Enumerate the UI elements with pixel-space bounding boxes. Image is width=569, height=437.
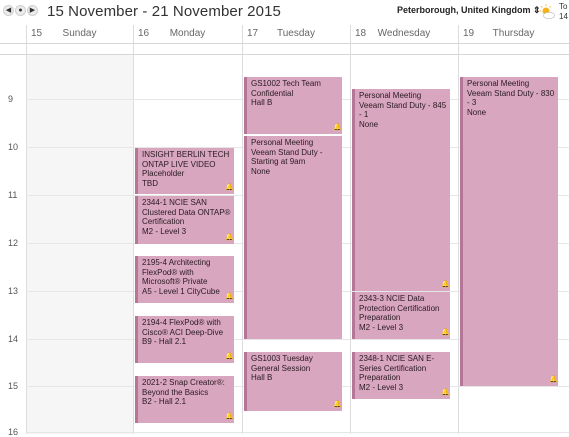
event-veeam-stand-wednesday[interactable]: Personal Meeting Veeam Stand Duty - 845 … (352, 89, 450, 291)
event-2348-1[interactable]: 2348-1 NCIE SAN E-Series Certification P… (352, 352, 450, 399)
day-header-thursday[interactable]: 19 Thursday (458, 25, 569, 43)
previous-week-button[interactable]: ◀ (3, 5, 14, 16)
hour-label: 11 (8, 190, 18, 200)
event-location: M2 - Level 3 (142, 226, 187, 236)
all-day-divider (0, 54, 569, 55)
event-location: None (467, 107, 487, 117)
event-title: 2194-4 FlexPod® with Cisco® ACI Deep-Div… (142, 318, 224, 337)
event-location: M2 - Level 3 (359, 382, 404, 392)
event-gs1002[interactable]: GS1002 Tech Team Confidential Hall B 🔔 (244, 77, 342, 134)
hour-label: 14 (8, 334, 19, 344)
day-name: Tuesday (277, 28, 315, 39)
column-divider (458, 25, 459, 434)
day-name: Monday (169, 28, 206, 39)
today-button[interactable]: ● (15, 5, 26, 16)
event-2021-2[interactable]: 2021-2 Snap Creator®: Beyond the Basics … (135, 376, 234, 423)
event-2194-4[interactable]: 2194-4 FlexPod® with Cisco® ACI Deep-Div… (135, 316, 234, 363)
partly-cloudy-icon (539, 4, 555, 20)
event-location: Hall B (251, 98, 273, 107)
bell-icon: 🔔 (225, 184, 234, 191)
weekend-column (26, 55, 133, 434)
day-header-sunday[interactable]: 15 Sunday (26, 25, 133, 43)
event-title: Personal Meeting Veeam Stand Duty - Star… (251, 138, 323, 166)
column-divider (242, 25, 243, 434)
location-selector[interactable]: Peterborough, United Kingdom ⇕ (397, 5, 541, 16)
event-location: M2 - Level 3 (359, 322, 404, 332)
weather-temperature: 14 (559, 12, 568, 21)
event-title: 2344-1 NCIE SAN Clustered Data ONTAP® Ce… (142, 198, 231, 226)
all-day-row[interactable] (0, 44, 569, 54)
column-divider (26, 25, 27, 434)
weather-forecast: To 14 (559, 2, 568, 22)
event-2195-4[interactable]: 2195-4 Architecting FlexPod® with Micros… (135, 256, 234, 303)
next-week-button[interactable]: ▶ (27, 5, 38, 16)
day-name: Thursday (492, 28, 535, 39)
bell-icon: 🔔 (441, 329, 450, 336)
weather-label: To (559, 2, 568, 11)
hour-label: 12 (8, 238, 19, 248)
hour-line (26, 432, 569, 433)
day-name: Wednesday (377, 28, 431, 39)
bell-icon: 🔔 (333, 124, 342, 131)
bell-icon: 🔔 (441, 281, 450, 288)
hour-label: 16 (8, 427, 19, 437)
hour-label: 13 (8, 286, 19, 296)
bell-icon: 🔔 (225, 293, 234, 300)
event-title: GS1003 Tuesday General Session (251, 354, 313, 373)
bell-icon: 🔔 (225, 234, 234, 241)
hour-label: 9 (8, 94, 14, 104)
day-header-monday[interactable]: 16 Monday (133, 25, 242, 43)
event-title: 2021-2 Snap Creator®: Beyond the Basics (142, 378, 225, 397)
event-title: INSIGHT BERLIN TECH ONTAP LIVE VIDEO Pla… (142, 150, 230, 178)
event-gs1003[interactable]: GS1003 Tuesday General Session Hall B 🔔 (244, 352, 342, 411)
event-title: Personal Meeting Veeam Stand Duty - 830 … (467, 79, 555, 107)
event-location: B2 - Hall 2.1 (142, 397, 187, 406)
bell-icon: 🔔 (333, 401, 342, 408)
event-2344-1[interactable]: 2344-1 NCIE SAN Clustered Data ONTAP® Ce… (135, 196, 234, 244)
event-title: 2348-1 NCIE SAN E-Series Certification P… (359, 354, 435, 382)
event-location: None (359, 119, 379, 129)
event-insight-berlin[interactable]: INSIGHT BERLIN TECH ONTAP LIVE VIDEO Pla… (135, 148, 234, 194)
bell-icon: 🔔 (225, 353, 234, 360)
event-veeam-stand-tuesday[interactable]: Personal Meeting Veeam Stand Duty - Star… (244, 136, 342, 339)
event-title: GS1002 Tech Team Confidential (251, 79, 321, 98)
day-header-tuesday[interactable]: 17 Tuesday (242, 25, 350, 43)
event-title: 2343-3 NCIE Data Protection Certificatio… (359, 294, 440, 322)
bell-icon: 🔔 (549, 376, 558, 383)
event-veeam-stand-thursday[interactable]: Personal Meeting Veeam Stand Duty - 830 … (460, 77, 558, 386)
hour-label: 15 (8, 381, 19, 391)
bell-icon: 🔔 (441, 389, 450, 396)
event-location: None (251, 166, 271, 176)
event-location: Hall B (251, 373, 273, 382)
week-title: 15 November - 21 November 2015 (47, 3, 281, 20)
event-location: B9 - Hall 2.1 (142, 337, 187, 346)
location-label: Peterborough, United Kingdom (397, 5, 531, 15)
day-header-row: 15 Sunday 16 Monday 17 Tuesday 18 Wednes… (0, 25, 569, 43)
hour-label: 10 (8, 142, 19, 152)
column-divider (350, 25, 351, 434)
column-divider (133, 25, 134, 434)
day-name: Sunday (62, 28, 97, 39)
day-header-wednesday[interactable]: 18 Wednesday (350, 25, 458, 43)
bell-icon: 🔔 (225, 413, 234, 420)
event-location: A5 - Level 1 CityCube (142, 286, 220, 296)
event-title: Personal Meeting Veeam Stand Duty - 845 … (359, 91, 447, 119)
toolbar: ◀ ● ▶ 15 November - 21 November 2015 Pet… (0, 0, 569, 25)
event-2343-3[interactable]: 2343-3 NCIE Data Protection Certificatio… (352, 292, 450, 339)
event-title: 2195-4 Architecting FlexPod® with Micros… (142, 258, 211, 286)
event-location: TBD (142, 178, 158, 188)
